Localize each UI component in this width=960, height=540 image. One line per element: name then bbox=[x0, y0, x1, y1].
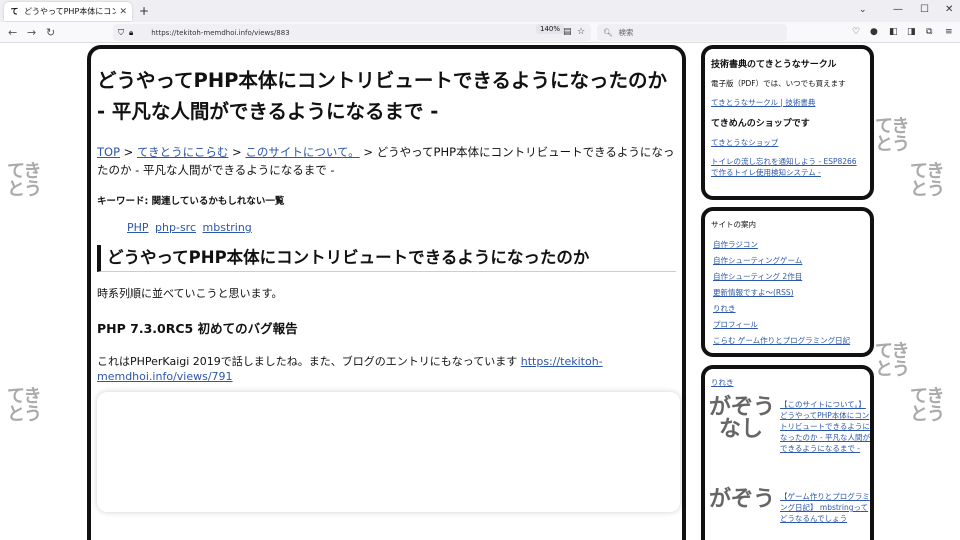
sidebar-text: 電子版（PDF）では、いつでも買えます bbox=[711, 79, 846, 88]
back-icon[interactable]: ← bbox=[8, 26, 17, 39]
sidebar-box-history: りれき がぞう なし 【このサイトについて。】 どうやってPHP本体にコントリビュ… bbox=[701, 365, 874, 540]
bookmark-star-icon[interactable]: ☆ bbox=[577, 27, 585, 37]
lock-icon[interactable]: 🔒︎ bbox=[129, 28, 133, 38]
sidebar-box-books: 技術書典のてきとうなサークル 電子版（PDF）では、いつでも買えます てきとうな… bbox=[701, 45, 874, 200]
sidebar-heading: てきめんのショップです bbox=[711, 119, 810, 129]
body-text: これはPHPerKaigi 2019で話しましたね。また、ブログのエントリにもな… bbox=[97, 355, 521, 368]
forward-icon[interactable]: → bbox=[27, 26, 36, 39]
url-text: https://tekitoh-memdhoi.info/views/883 bbox=[151, 28, 290, 37]
window-close-icon[interactable]: ✕ bbox=[945, 4, 953, 15]
tag-link[interactable]: PHP bbox=[127, 221, 149, 234]
minimize-icon[interactable]: — bbox=[893, 4, 903, 15]
menu-icon[interactable]: ≡ bbox=[945, 27, 953, 37]
page-title: どうやってPHP本体にコントリビュートできるようになったのか - 平凡な人間がで… bbox=[97, 69, 668, 123]
tab-bar: て どうやってPHP本体にコントリビュートで ✕ + ⌄ — ☐ ✕ bbox=[0, 0, 960, 22]
shield-icon[interactable]: ⛉ bbox=[118, 28, 124, 38]
no-image-placeholder: がぞう なし bbox=[709, 397, 775, 441]
maximize-icon[interactable]: ☐ bbox=[920, 4, 929, 15]
sidebar-item-radicon[interactable]: 自作ラジコン bbox=[711, 239, 864, 250]
pocket-icon[interactable]: ♡ bbox=[852, 27, 860, 37]
body-paragraph: これはPHPerKaigi 2019で話しましたね。また、ブログのエントリにもな… bbox=[97, 354, 676, 384]
search-input[interactable]: 🔍︎ 検索 bbox=[597, 24, 787, 41]
sidebar-item-shooting[interactable]: 自作シューティングゲーム bbox=[711, 255, 864, 266]
search-icon: 🔍︎ bbox=[603, 28, 613, 37]
page-content: てきとう てきとう てきとう てきとう てきとう てきとう どうやってPHP本体… bbox=[0, 43, 960, 540]
nav-bar: ← → ↻ ⛉ 🔒︎ https://tekitoh-memdhoi.info/… bbox=[0, 22, 960, 43]
sidebar-item-profile[interactable]: プロフィール bbox=[711, 319, 864, 330]
sidebar-item-column[interactable]: こらむ ゲーム作りとプログラミング日記 bbox=[711, 335, 864, 346]
breadcrumb-category-link[interactable]: てきとうにこらむ bbox=[137, 145, 228, 159]
sidebar-box-guide: サイトの案内 自作ラジコン 自作シューティングゲーム 自作シューティング 2作目… bbox=[701, 207, 874, 357]
deco-logo: てきとう bbox=[7, 386, 42, 425]
history-item: 【このサイトについて。】 どうやってPHP本体にコントリビュートできるようになっ… bbox=[780, 399, 870, 462]
article-panel: どうやってPHP本体にコントリビュートできるようになったのか - 平凡な人間がで… bbox=[87, 45, 686, 540]
tab-list-icon[interactable]: ⌄ bbox=[859, 5, 867, 15]
breadcrumb: TOP > てきとうにこらむ > このサイトについて。 > どうやってPHP本体… bbox=[97, 143, 676, 179]
extension-icon[interactable]: ◧ bbox=[889, 27, 898, 37]
breadcrumb-sep: > bbox=[120, 145, 137, 159]
sidebar-link-circle[interactable]: てきとうなサークル | 技術書典 bbox=[711, 97, 864, 108]
sidebar-label: サイトの案内 bbox=[711, 220, 756, 229]
sidebar-item-rss[interactable]: 更新情報ですよ〜(RSS) bbox=[711, 287, 864, 298]
deco-logo: てきとう bbox=[910, 161, 945, 200]
reader-icon[interactable]: ▤ bbox=[563, 27, 572, 37]
sidebar-heading: 技術書典のてきとうなサークル bbox=[711, 60, 837, 70]
history-item-link[interactable]: 【このサイトについて。】 どうやってPHP本体にコントリビュートできるようになっ… bbox=[780, 399, 870, 454]
breadcrumb-section-link[interactable]: このサイトについて。 bbox=[245, 145, 359, 159]
deco-logo: てきとう bbox=[875, 116, 910, 155]
tab-title: どうやってPHP本体にコントリビュートで bbox=[24, 7, 117, 16]
url-bar[interactable]: ⛉ 🔒︎ https://tekitoh-memdhoi.info/views/… bbox=[113, 24, 591, 41]
browser-tab[interactable]: て どうやってPHP本体にコントリビュートで ✕ bbox=[4, 2, 132, 21]
breadcrumb-sep: > bbox=[228, 145, 246, 159]
zoom-level[interactable]: 140% bbox=[536, 24, 565, 34]
breadcrumb-top-link[interactable]: TOP bbox=[97, 145, 120, 159]
tag-list: PHP php-src mbstring bbox=[127, 221, 676, 234]
close-tab-icon[interactable]: ✕ bbox=[119, 7, 127, 17]
history-item-link[interactable]: 【ゲーム作りとプログラミング日記】 mbstringってどうなるんでしょう bbox=[780, 491, 870, 524]
favicon-icon: て bbox=[10, 7, 19, 16]
sidebar-history-heading[interactable]: りれき bbox=[711, 377, 864, 388]
embed-card[interactable] bbox=[97, 392, 680, 512]
no-image-text: なし bbox=[719, 417, 764, 442]
sidebar-item-shooting2[interactable]: 自作シューティング 2作目 bbox=[711, 271, 864, 282]
extension2-icon[interactable]: ◨ bbox=[907, 27, 916, 37]
breadcrumb-sep: > bbox=[359, 145, 377, 159]
account-icon[interactable]: ● bbox=[870, 27, 878, 37]
subsection-heading: PHP 7.3.0RC5 初めてのバグ報告 bbox=[97, 321, 298, 336]
no-image-placeholder: がぞう bbox=[709, 489, 775, 511]
history-item: 【ゲーム作りとプログラミング日記】 mbstringってどうなるんでしょう bbox=[780, 491, 870, 532]
search-placeholder: 検索 bbox=[618, 28, 634, 37]
new-tab-button[interactable]: + bbox=[139, 4, 149, 18]
keywords-label: キーワード: 関連しているかもしれない一覧 bbox=[97, 196, 285, 207]
reload-icon[interactable]: ↻ bbox=[46, 26, 55, 39]
extensions-icon[interactable]: ⧉ bbox=[926, 27, 932, 37]
sidebar-link-toilet[interactable]: トイレの流し忘れを通知しよう - ESP8266で作るトイレ使用検知システム - bbox=[711, 156, 864, 178]
section-heading: どうやってPHP本体にコントリビュートできるようになったのか bbox=[97, 245, 676, 272]
no-image-text: がぞう bbox=[709, 487, 776, 512]
sidebar-link-shop[interactable]: てきとうなショップ bbox=[711, 137, 864, 148]
intro-text: 時系列順に並べていこうと思います。 bbox=[97, 287, 283, 300]
deco-logo: てきとう bbox=[7, 161, 42, 200]
tag-link[interactable]: php-src bbox=[155, 221, 196, 234]
deco-logo: てきとう bbox=[910, 386, 945, 425]
tag-link[interactable]: mbstring bbox=[203, 221, 252, 234]
deco-logo: てきとう bbox=[875, 341, 910, 380]
sidebar-item-history[interactable]: りれき bbox=[711, 303, 864, 314]
